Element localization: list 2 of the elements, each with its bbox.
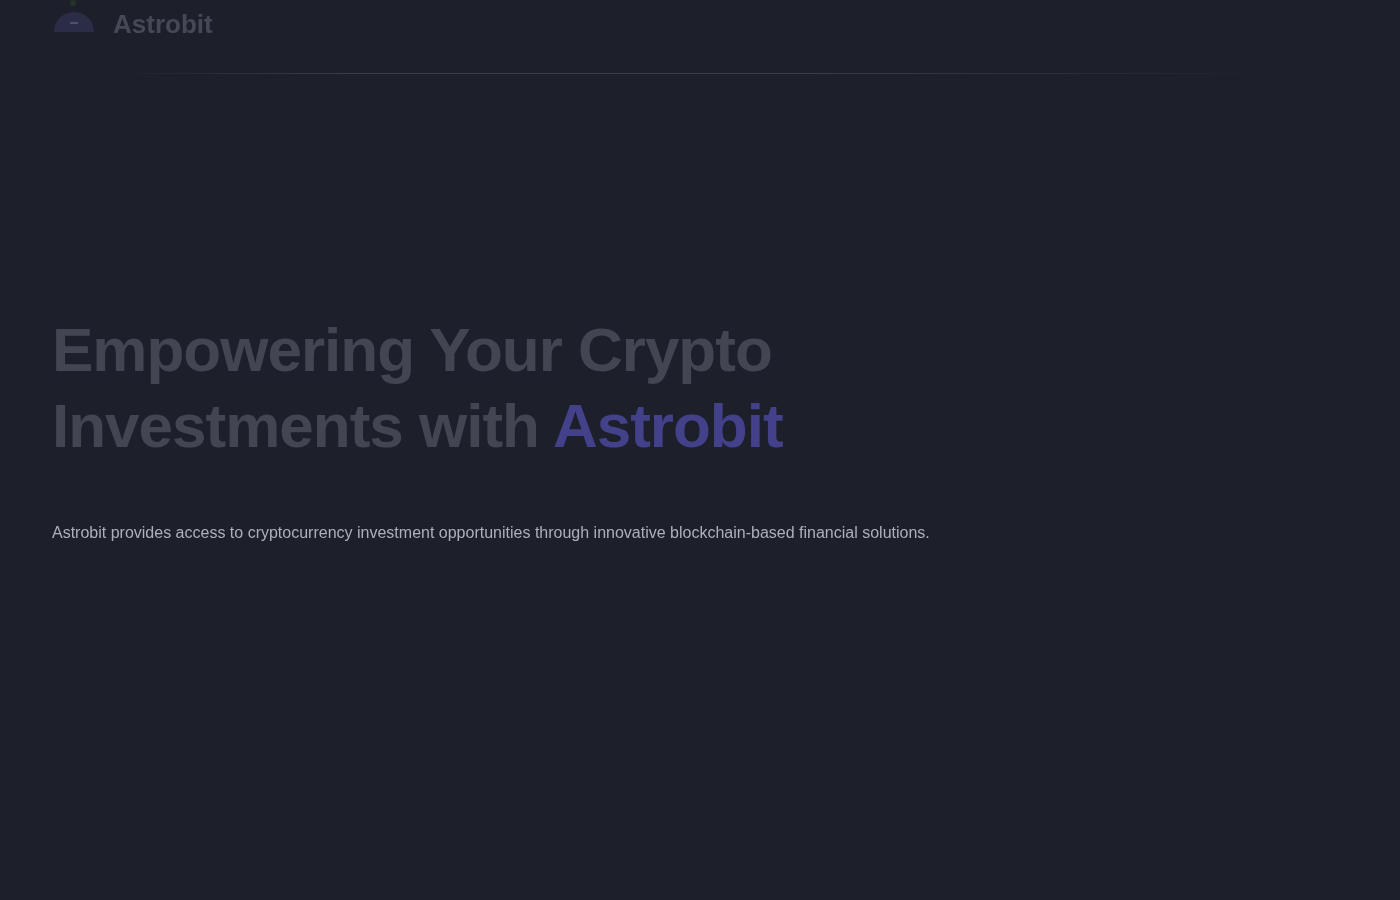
dome-logo-icon — [52, 0, 96, 34]
hero-description: Astrobit provides access to cryptocurrency investment opportunities through innovative blockchain-based financial solutions. — [52, 523, 930, 543]
